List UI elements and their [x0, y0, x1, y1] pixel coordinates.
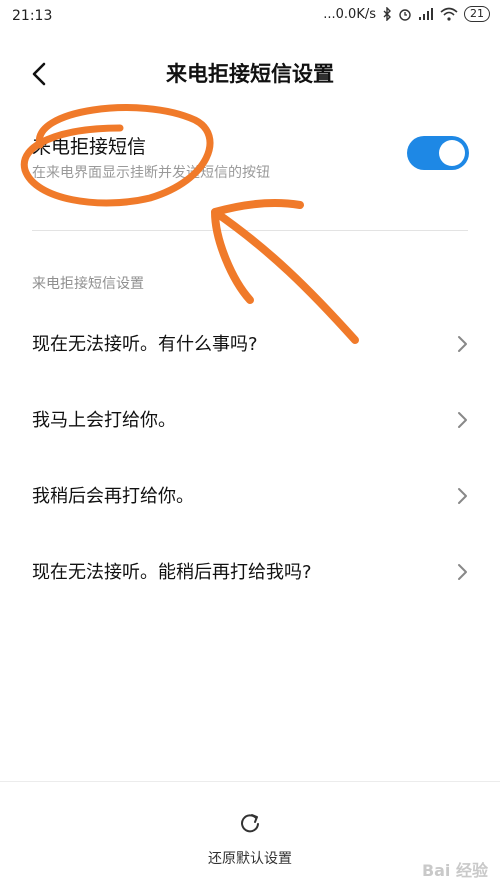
- message-text: 现在无法接听。能稍后再打给我吗?: [32, 562, 312, 583]
- status-bar: 21:13 ...0.0K/s 21: [0, 0, 500, 34]
- switch-knob: [439, 140, 465, 166]
- battery-icon: 21: [464, 6, 490, 22]
- reset-label: 还原默认设置: [208, 851, 292, 867]
- signal-icon: [418, 7, 434, 21]
- chevron-right-icon: [458, 412, 467, 428]
- status-time: 21:13: [12, 8, 53, 24]
- footer-divider: [0, 781, 500, 782]
- chevron-right-icon: [458, 336, 467, 352]
- page-title: 来电拒接短信设置: [166, 62, 334, 86]
- divider: [32, 230, 468, 231]
- bluetooth-icon: [382, 7, 392, 21]
- message-list: 现在无法接听。有什么事吗? 我马上会打给你。 我稍后会再打给你。 现在无法接听。…: [0, 308, 500, 612]
- alarm-icon: [398, 7, 412, 21]
- header: 来电拒接短信设置: [0, 44, 500, 100]
- message-text: 现在无法接听。有什么事吗?: [32, 334, 258, 355]
- wifi-icon: [440, 7, 458, 21]
- status-icons: ...0.0K/s 21: [323, 6, 490, 22]
- section-label: 来电拒接短信设置: [32, 276, 144, 292]
- message-text: 我马上会打给你。: [32, 410, 176, 431]
- refresh-icon: [241, 814, 259, 833]
- chevron-right-icon: [458, 488, 467, 504]
- list-item[interactable]: 现在无法接听。能稍后再打给我吗?: [0, 536, 500, 612]
- list-item[interactable]: 现在无法接听。有什么事吗?: [0, 308, 500, 384]
- toggle-subtitle: 在来电界面显示挂断并发送短信的按钮: [32, 165, 270, 181]
- reset-defaults-button[interactable]: 还原默认设置: [150, 808, 350, 874]
- list-item[interactable]: 我马上会打给你。: [0, 384, 500, 460]
- reject-sms-toggle-row[interactable]: 来电拒接短信 在来电界面显示挂断并发送短信的按钮: [0, 128, 500, 200]
- toggle-title: 来电拒接短信: [32, 136, 147, 158]
- network-speed: ...0.0K/s: [323, 6, 376, 22]
- watermark: Bai 经验: [421, 861, 488, 880]
- message-text: 我稍后会再打给你。: [32, 486, 194, 507]
- reject-sms-switch[interactable]: [407, 136, 469, 170]
- list-item[interactable]: 我稍后会再打给你。: [0, 460, 500, 536]
- chevron-right-icon: [458, 564, 467, 580]
